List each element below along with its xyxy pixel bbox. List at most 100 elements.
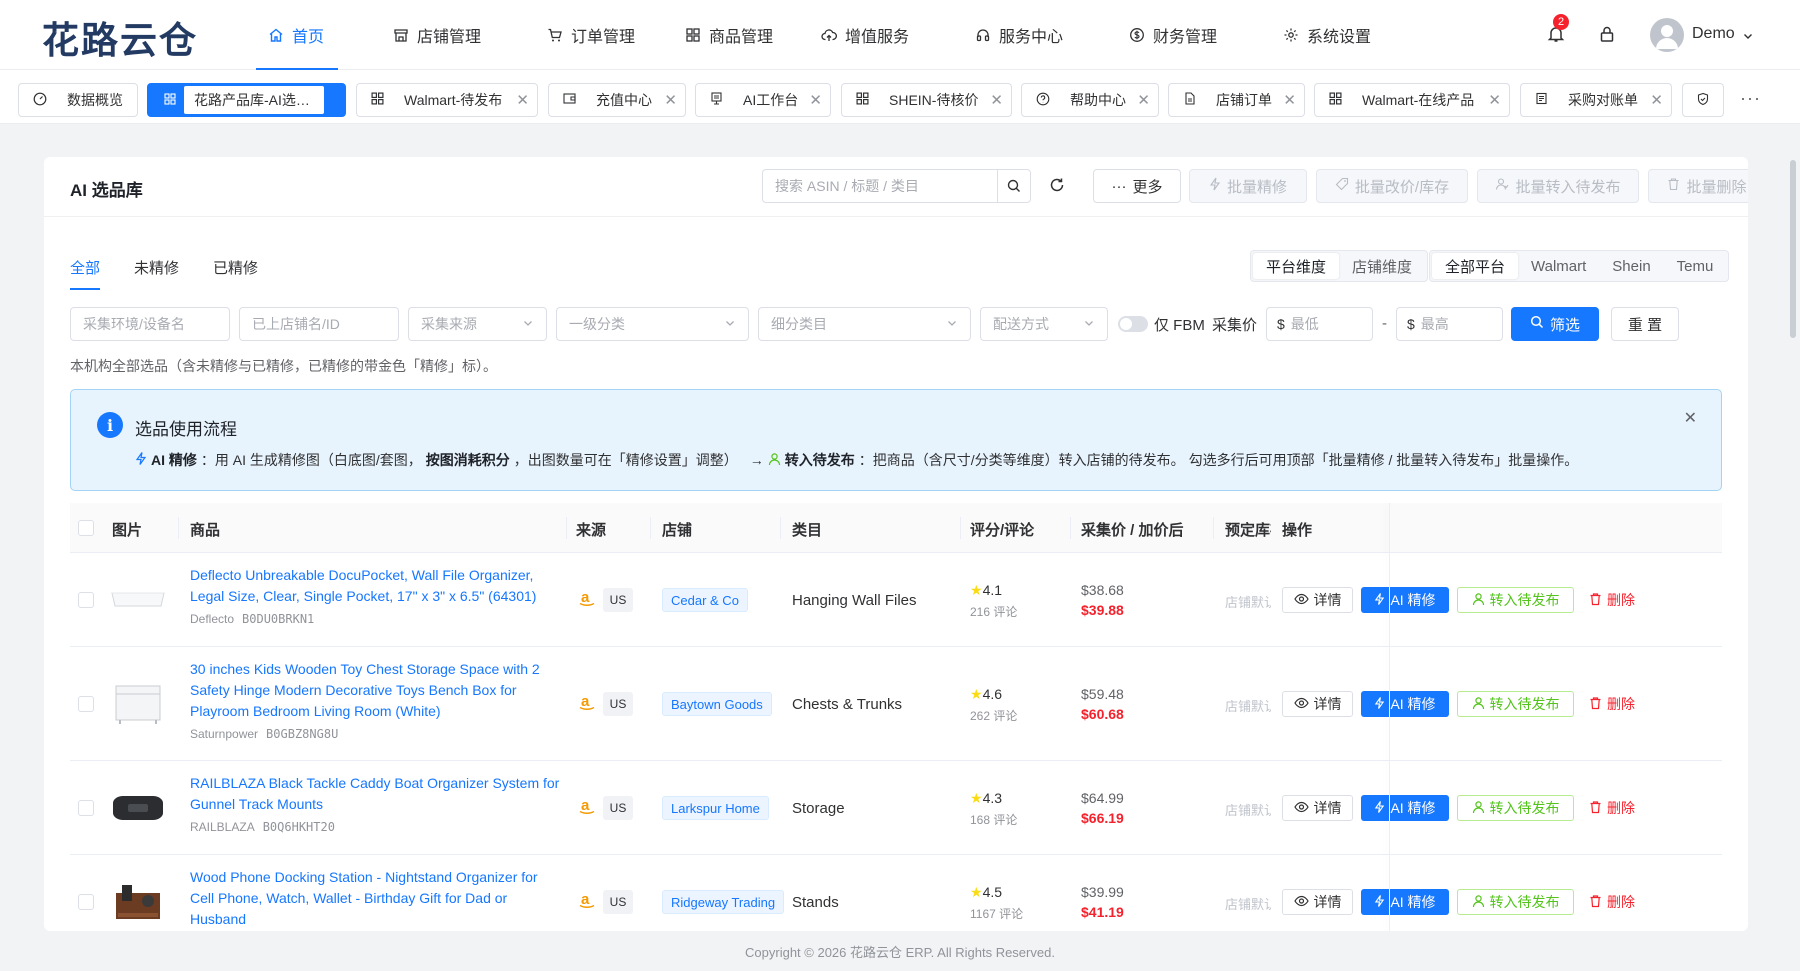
more-button[interactable]: ··· 更多 [1093, 169, 1181, 203]
tab-walmart-online[interactable]: Walmart-在线产品 ✕ [1314, 83, 1510, 117]
nav-item-service-center[interactable]: 服务中心 [975, 0, 1063, 70]
nav-item-home[interactable]: 首页 [255, 0, 339, 70]
product-title-link[interactable]: Wood Phone Docking Station - Nightstand … [190, 867, 560, 930]
batch-delete-button[interactable]: 批量删除 [1648, 169, 1748, 203]
delete-button[interactable]: 删除 [1582, 691, 1642, 717]
env-filter-input[interactable]: 采集环境/设备名 [70, 307, 230, 341]
level1-category-select[interactable]: 一级分类 [556, 307, 749, 341]
delete-button[interactable]: 删除 [1582, 889, 1642, 915]
close-icon[interactable]: ✕ [1684, 408, 1697, 428]
tab-ai-product-library[interactable]: 花路产品库-AI选… [147, 83, 346, 117]
shipping-select[interactable]: 配送方式 [980, 307, 1108, 341]
product-title-link[interactable]: Deflecto Unbreakable DocuPocket, Wall Fi… [190, 565, 560, 607]
shield-icon [1696, 92, 1710, 109]
store-filter-input[interactable]: 已上店铺名/ID [239, 307, 399, 341]
tab-all[interactable]: 全部 [70, 257, 100, 278]
platform-dimension-option[interactable]: 平台维度 [1253, 253, 1340, 279]
ai-refine-button[interactable]: AI 精修 [1361, 889, 1449, 915]
tab-data-overview[interactable]: 数据概览 [18, 83, 138, 117]
delete-button[interactable]: 删除 [1582, 795, 1642, 821]
close-icon[interactable]: ✕ [1650, 91, 1663, 109]
eye-icon [1293, 592, 1309, 608]
publish-button[interactable]: 转入待发布 [1457, 691, 1574, 717]
detail-button[interactable]: 详情 [1282, 795, 1353, 821]
platform-shein[interactable]: Shein [1599, 253, 1663, 279]
batch-price-stock-button[interactable]: 批量改价/库存 [1316, 169, 1468, 203]
refresh-icon[interactable] [1048, 176, 1066, 198]
tab-purchase-statement[interactable]: 采购对账单 ✕ [1520, 83, 1672, 117]
delete-button[interactable]: 删除 [1582, 587, 1642, 613]
close-icon[interactable]: ✕ [1283, 91, 1296, 109]
product-title-link[interactable]: RAILBLAZA Black Tackle Caddy Boat Organi… [190, 773, 560, 815]
lock-icon[interactable] [1597, 24, 1617, 44]
product-image[interactable] [110, 879, 166, 925]
nav-item-system-settings[interactable]: 系统设置 [1283, 0, 1371, 70]
search-input[interactable]: 搜索 ASIN / 标题 / 类目 [762, 169, 998, 203]
batch-refine-button[interactable]: 批量精修 [1189, 169, 1307, 203]
tab-ai-workbench[interactable]: AI工作台 ✕ [695, 83, 831, 117]
detail-button[interactable]: 详情 [1282, 587, 1353, 613]
tab-recharge-center[interactable]: 充值中心 ✕ [548, 83, 686, 117]
tab-walmart-pending[interactable]: Walmart-待发布 ✕ [356, 83, 538, 117]
platform-temu[interactable]: Temu [1664, 253, 1727, 279]
reset-button[interactable]: 重 置 [1611, 307, 1679, 341]
site-badge: US [603, 796, 633, 820]
product-image[interactable] [110, 785, 166, 831]
tab-shein-pricing[interactable]: SHEIN-待核价 ✕ [841, 83, 1012, 117]
close-icon[interactable]: ✕ [664, 91, 677, 109]
column-header-rating: 评分/评论 [970, 522, 1035, 539]
close-icon[interactable]: ✕ [809, 91, 822, 109]
search-button[interactable] [997, 169, 1031, 203]
min-price-input[interactable]: $ 最低 [1266, 307, 1373, 341]
detail-button[interactable]: 详情 [1282, 889, 1353, 915]
select-all-checkbox[interactable] [78, 520, 94, 536]
row-checkbox[interactable] [78, 894, 94, 910]
publish-button[interactable]: 转入待发布 [1457, 889, 1574, 915]
detail-button[interactable]: 详情 [1282, 691, 1353, 717]
chevron-down-icon[interactable] [1742, 29, 1754, 46]
filter-button[interactable]: 筛选 [1511, 307, 1599, 341]
table-row[interactable]: Wood Phone Docking Station - Nightstand … [70, 855, 1722, 931]
table-row[interactable]: RAILBLAZA Black Tackle Caddy Boat Organi… [70, 761, 1722, 855]
fbm-only-toggle[interactable] [1118, 316, 1148, 332]
nav-item-finance[interactable]: 财务管理 [1129, 0, 1217, 70]
table-row[interactable]: Deflecto Unbreakable DocuPocket, Wall Fi… [70, 553, 1722, 647]
row-checkbox[interactable] [78, 800, 94, 816]
batch-publish-button[interactable]: 批量转入待发布 [1477, 169, 1639, 203]
nav-item-store-management[interactable]: 店铺管理 [393, 0, 481, 70]
tab-help-center[interactable]: 帮助中心 ✕ [1021, 83, 1159, 117]
product-image[interactable] [110, 680, 166, 726]
tab-overflow-item[interactable] [1682, 83, 1724, 117]
product-title-link[interactable]: 30 inches Kids Wooden Toy Chest Storage … [190, 659, 560, 722]
platform-all[interactable]: 全部平台 [1432, 253, 1519, 279]
row-checkbox[interactable] [78, 696, 94, 712]
close-icon[interactable]: ✕ [516, 91, 529, 109]
tab-unrefined[interactable]: 未精修 [134, 257, 179, 278]
source-select[interactable]: 采集来源 [408, 307, 547, 341]
close-icon[interactable]: ✕ [1488, 91, 1501, 109]
store-dimension-option[interactable]: 店铺维度 [1339, 253, 1425, 279]
more-tabs-icon[interactable]: ··· [1740, 88, 1761, 109]
row-checkbox[interactable] [78, 592, 94, 608]
tab-refined[interactable]: 已精修 [213, 257, 258, 278]
table-row[interactable]: 30 inches Kids Wooden Toy Chest Storage … [70, 647, 1722, 761]
ai-refine-button[interactable]: AI 精修 [1361, 691, 1449, 717]
ai-refine-button[interactable]: AI 精修 [1361, 795, 1449, 821]
publish-button[interactable]: 转入待发布 [1457, 587, 1574, 613]
ai-refine-button[interactable]: AI 精修 [1361, 587, 1449, 613]
app-logo[interactable]: 花路云仓 [42, 10, 198, 64]
avatar[interactable] [1650, 18, 1684, 52]
user-name[interactable]: Demo [1692, 25, 1735, 43]
page-scrollbar[interactable] [1790, 160, 1796, 338]
platform-walmart[interactable]: Walmart [1518, 253, 1599, 279]
max-price-input[interactable]: $ 最高 [1396, 307, 1503, 341]
nav-item-product-management[interactable]: 商品管理 [685, 0, 773, 70]
close-icon[interactable]: ✕ [1137, 91, 1150, 109]
product-image[interactable] [110, 577, 166, 623]
publish-button[interactable]: 转入待发布 [1457, 795, 1574, 821]
close-icon[interactable]: ✕ [990, 91, 1003, 109]
tab-store-orders[interactable]: 店铺订单 ✕ [1168, 83, 1305, 117]
nav-item-value-added[interactable]: 增值服务 [821, 0, 909, 70]
sub-category-select[interactable]: 细分类目 [758, 307, 971, 341]
nav-item-order-management[interactable]: 订单管理 [547, 0, 635, 70]
